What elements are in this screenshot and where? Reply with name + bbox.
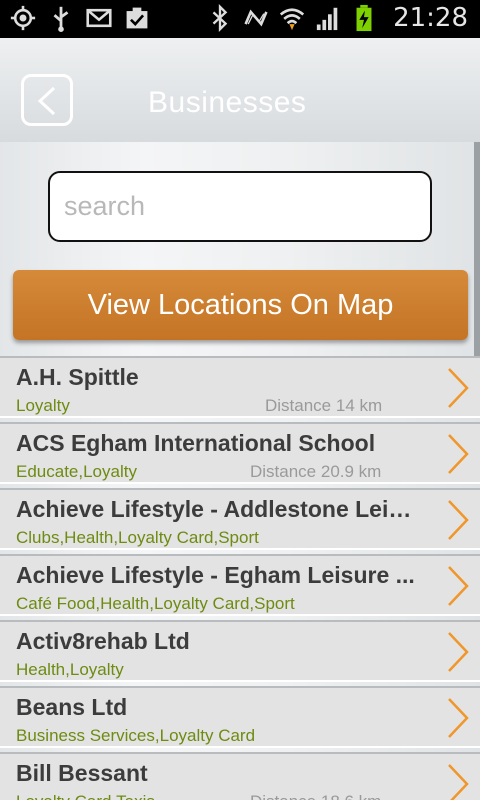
chevron-right-icon — [448, 500, 469, 540]
email-icon — [86, 8, 112, 28]
business-name: Achieve Lifestyle - Addlestone Leis... — [16, 496, 416, 522]
chevron-right-icon — [448, 566, 469, 606]
scrollbar[interactable] — [474, 142, 480, 357]
battery-charging-icon — [356, 4, 372, 32]
business-row[interactable]: Bill Bessant Loyalty Card,Taxis Distance… — [0, 752, 480, 800]
nfc-icon — [244, 9, 268, 27]
search-input[interactable] — [48, 171, 432, 242]
business-row[interactable]: Achieve Lifestyle - Addlestone Leis... C… — [0, 488, 480, 550]
business-row[interactable]: A.H. Spittle Loyalty Distance 14 km — [0, 356, 480, 418]
business-name: ACS Egham International School — [16, 430, 376, 456]
chevron-right-icon — [448, 434, 469, 474]
gps-icon — [10, 5, 36, 31]
clock: 21:28 — [393, 3, 468, 33]
business-name: Beans Ltd — [16, 694, 128, 720]
status-bar: 21:28 — [0, 0, 480, 38]
business-categories: Business Services,Loyalty Card — [16, 726, 256, 745]
page-title: Businesses — [148, 86, 307, 119]
chevron-right-icon — [448, 632, 469, 672]
business-name: Activ8rehab Ltd — [16, 628, 190, 654]
business-row[interactable]: Achieve Lifestyle - Egham Leisure ... Ca… — [0, 554, 480, 616]
business-name: A.H. Spittle — [16, 364, 139, 390]
usb-icon — [53, 6, 69, 32]
business-list[interactable]: A.H. Spittle Loyalty Distance 14 km ACS … — [0, 356, 480, 800]
business-row[interactable]: ACS Egham International School Educate,L… — [0, 422, 480, 484]
business-distance: Distance 14 km — [265, 396, 383, 415]
business-categories: Educate,Loyalty — [16, 462, 137, 481]
business-categories: Loyalty — [16, 396, 70, 415]
signal-icon — [316, 7, 338, 31]
business-categories: Health,Loyalty — [16, 660, 124, 679]
back-button[interactable] — [21, 74, 73, 126]
business-row[interactable]: Activ8rehab Ltd Health,Loyalty — [0, 620, 480, 682]
clipboard-check-icon — [126, 7, 148, 29]
chevron-right-icon — [448, 764, 469, 800]
wifi-icon — [279, 8, 305, 31]
business-distance: Distance 18.6 km — [250, 792, 381, 800]
business-row[interactable]: Beans Ltd Business Services,Loyalty Card — [0, 686, 480, 748]
app-header: Businesses — [0, 38, 480, 142]
chevron-right-icon — [448, 368, 469, 408]
business-categories: Clubs,Health,Loyalty Card,Sport — [16, 528, 259, 547]
business-name: Achieve Lifestyle - Egham Leisure ... — [16, 562, 415, 588]
chevron-left-icon — [37, 86, 56, 116]
view-map-button[interactable]: View Locations On Map — [13, 270, 468, 340]
business-categories: Loyalty Card,Taxis — [16, 792, 155, 800]
bluetooth-icon — [212, 4, 228, 32]
business-distance: Distance 20.9 km — [250, 462, 382, 481]
chevron-right-icon — [448, 698, 469, 738]
business-name: Bill Bessant — [16, 760, 148, 786]
business-categories: Café Food,Health,Loyalty Card,Sport — [16, 594, 295, 613]
